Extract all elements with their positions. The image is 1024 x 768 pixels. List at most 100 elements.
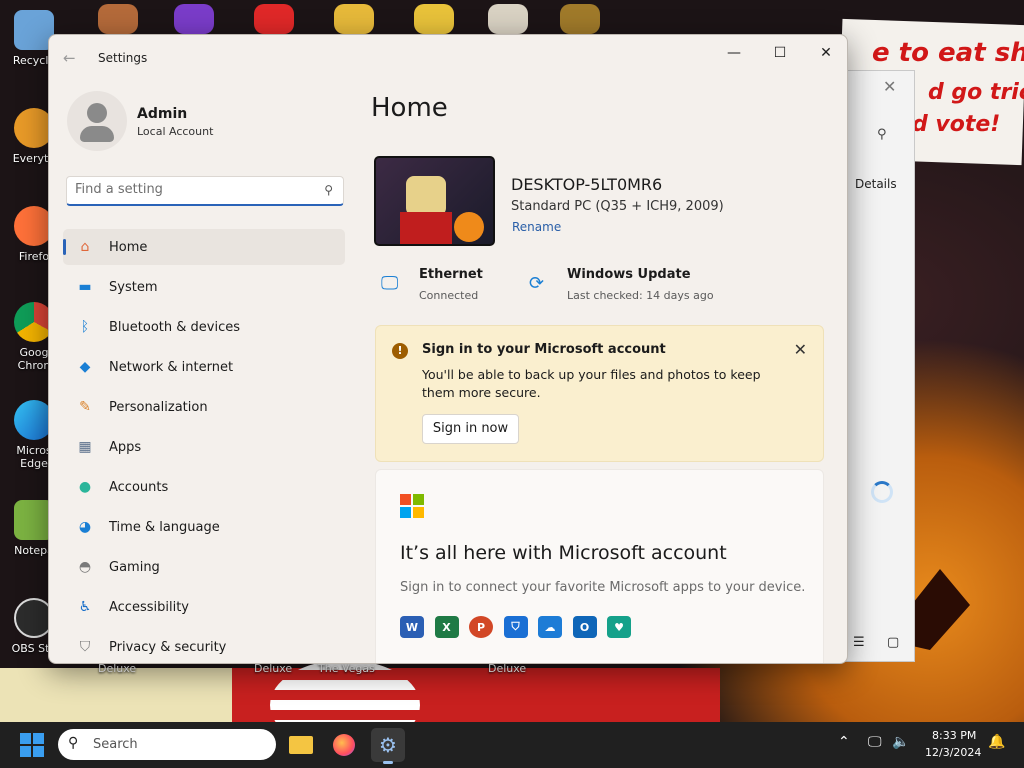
desktop-top-icon-3[interactable]	[254, 4, 294, 34]
close-icon[interactable]: ✕	[883, 77, 896, 96]
microsoft-app-row: W X P ⛉ ☁ O ♥	[400, 616, 642, 638]
avatar[interactable]	[67, 91, 127, 151]
search-icon: ⚲	[324, 183, 333, 197]
defender-icon: ⛉	[503, 616, 528, 638]
shield-icon: ⛉	[79, 639, 91, 655]
sidebar-item-time-language[interactable]: ◕ Time & language	[63, 509, 345, 545]
device-model: Standard PC (Q35 + ICH9, 2009)	[511, 199, 724, 214]
family-icon: ♥	[607, 616, 631, 638]
background-window[interactable]: ✕ ⚲ Details ☰ ▢	[840, 70, 915, 662]
sidebar-item-system[interactable]: ▬ System	[63, 269, 345, 305]
sidebar-nav: ⌂ Home ▬ System ᛒ Bluetooth & devices ◆ …	[63, 229, 345, 663]
back-arrow-icon[interactable]: ←	[63, 49, 76, 67]
rename-link[interactable]: Rename	[512, 220, 561, 234]
desktop-top-icon-1[interactable]	[98, 4, 138, 34]
apps-icon: ▦	[78, 439, 92, 455]
clock-date[interactable]: 12/3/2024	[925, 746, 981, 759]
start-logo-tile	[33, 733, 44, 744]
chevron-up-icon[interactable]: ⌃	[838, 734, 850, 750]
card-subtext: Sign in to connect your favorite Microso…	[400, 580, 806, 595]
meme-line-2: d go trick	[928, 80, 1024, 105]
network-tray-icon[interactable]: 🖵	[868, 734, 882, 750]
profile-name: Admin	[137, 106, 188, 122]
loading-spinner-icon	[871, 481, 893, 503]
clock-time[interactable]: 8:33 PM	[932, 729, 976, 742]
settings-window[interactable]: ← Settings — ☐ ✕ Admin Local Account ⚲ ⌂…	[48, 34, 848, 664]
meme-line-1: e to eat shit	[872, 38, 1024, 68]
excel-icon: X	[434, 616, 459, 638]
taskbar: ⚲ Search ⚙ ⌃ 🖵 🔈 8:33 PM 12/3/2024 🔔	[0, 722, 1024, 768]
window-title: Settings	[98, 51, 148, 65]
brush-icon: ✎	[79, 399, 91, 415]
system-icon: ▬	[78, 279, 92, 295]
powerpoint-icon: P	[469, 616, 493, 638]
tile-view-icon[interactable]: ▢	[887, 635, 899, 650]
sidebar-item-label: Home	[109, 239, 148, 255]
warning-icon: !	[392, 343, 408, 359]
desktop-top-icon-5[interactable]	[414, 4, 454, 34]
desktop-top-icon-6[interactable]	[488, 4, 528, 34]
file-explorer-button[interactable]	[284, 728, 318, 762]
start-button[interactable]	[20, 733, 44, 757]
banner-text: You'll be able to back up your files and…	[422, 367, 761, 400]
sidebar-item-accounts[interactable]: ● Accounts	[63, 469, 345, 505]
user-icon-body	[80, 126, 114, 142]
onedrive-icon: ☁	[538, 616, 562, 638]
sidebar-item-label: Bluetooth & devices	[109, 319, 240, 335]
sidebar-item-gaming[interactable]: ◓ Gaming	[63, 549, 345, 585]
thumbnail-figure-head	[406, 176, 446, 216]
signin-banner: ! Sign in to your Microsoft account You'…	[375, 325, 824, 462]
settings-search[interactable]: ⚲	[66, 176, 344, 206]
minimize-button[interactable]: —	[711, 39, 757, 67]
firefox-taskbar-button[interactable]	[327, 728, 361, 762]
banner-title: Sign in to your Microsoft account	[422, 342, 666, 357]
desktop-top-icon-7[interactable]	[560, 4, 600, 34]
word-icon: W	[400, 616, 424, 638]
sidebar-item-network[interactable]: ◆ Network & internet	[63, 349, 345, 385]
close-icon[interactable]: ✕	[794, 340, 807, 359]
sign-in-now-button[interactable]: Sign in now	[422, 414, 519, 444]
active-indicator	[383, 761, 393, 764]
title-bar[interactable]: ← Settings — ☐ ✕	[49, 35, 847, 79]
device-name: DESKTOP-5LT0MR6	[511, 175, 663, 194]
notification-bell-icon[interactable]: 🔔	[988, 734, 1005, 750]
sidebar-item-label: System	[109, 279, 158, 295]
sidebar-item-bluetooth[interactable]: ᛒ Bluetooth & devices	[63, 309, 345, 345]
sidebar-item-home[interactable]: ⌂ Home	[63, 229, 345, 265]
sidebar-item-privacy-security[interactable]: ⛉ Privacy & security	[63, 629, 345, 663]
details-tab[interactable]: Details	[855, 177, 897, 191]
close-button[interactable]: ✕	[803, 39, 847, 67]
search-icon[interactable]: ⚲	[877, 127, 887, 142]
desktop-top-icon-4[interactable]	[334, 4, 374, 34]
maximize-button[interactable]: ☐	[757, 39, 803, 67]
sidebar-item-label: Gaming	[109, 559, 160, 575]
gamepad-icon: ◓	[78, 559, 92, 575]
profile-account-type: Local Account	[137, 125, 214, 138]
card-heading: It’s all here with Microsoft account	[400, 542, 727, 564]
sidebar-item-label: Accounts	[109, 479, 169, 495]
update-status-title[interactable]: Windows Update	[567, 267, 691, 282]
settings-taskbar-button[interactable]: ⚙	[371, 728, 405, 764]
ethernet-icon: 🖵	[381, 273, 399, 294]
list-view-icon[interactable]: ☰	[853, 635, 865, 650]
accessibility-icon: ♿	[78, 599, 92, 615]
sidebar-item-apps[interactable]: ▦ Apps	[63, 429, 345, 465]
outlook-icon: O	[572, 616, 597, 638]
taskbar-search[interactable]: ⚲ Search	[58, 729, 276, 760]
start-logo-tile	[20, 746, 31, 757]
sidebar-item-personalization[interactable]: ✎ Personalization	[63, 389, 345, 425]
sidebar-item-label: Privacy & security	[109, 639, 227, 655]
meme-line-3: d vote!	[912, 112, 1001, 137]
sidebar-item-label: Time & language	[109, 519, 220, 535]
gear-icon: ⚙	[379, 733, 397, 757]
device-wallpaper-thumbnail[interactable]	[374, 156, 495, 246]
globe-clock-icon: ◕	[78, 519, 92, 535]
user-icon-head	[87, 103, 107, 123]
start-logo-tile	[33, 746, 44, 757]
network-status-sub: Connected	[419, 289, 479, 302]
desktop-top-icon-2[interactable]	[174, 4, 214, 34]
search-input[interactable]	[75, 182, 305, 197]
network-status-title[interactable]: Ethernet	[419, 267, 483, 282]
volume-icon[interactable]: 🔈	[892, 734, 909, 750]
sidebar-item-accessibility[interactable]: ♿ Accessibility	[63, 589, 345, 625]
